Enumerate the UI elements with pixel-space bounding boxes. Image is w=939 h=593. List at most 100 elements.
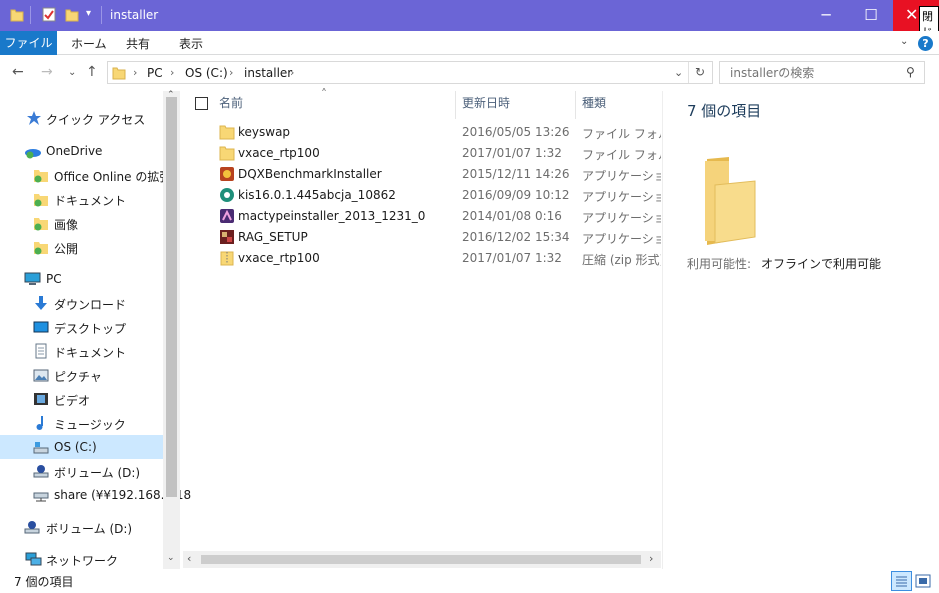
nav-documents[interactable]: ドキュメント [0,339,163,363]
file-date: 2017/01/07 1:32 [462,146,562,160]
file-type: アプリケーション [582,169,661,183]
expand-ribbon-icon[interactable]: ⌄ [900,36,908,47]
file-list: ˄ 名前 更新日時 種類 keyswap 2016/05/05 13:26 ファ… [183,87,661,569]
nav-onedrive-documents[interactable]: ドキュメント [0,187,163,211]
address-dropdown-icon[interactable]: ⌄ [674,66,683,79]
large-icons-view-button[interactable] [914,572,932,593]
file-row[interactable]: kis16.0.1.445abcja_10862 2016/09/09 10:1… [209,185,661,206]
breadcrumb-installer[interactable]: installer [244,66,292,80]
file-date: 2016/12/02 15:34 [462,230,570,244]
column-header-name[interactable]: 名前 [219,94,243,120]
scroll-right-icon[interactable]: › [649,552,653,565]
breadcrumb-os-c[interactable]: OS (C:) [185,66,228,80]
mactype-app-icon [219,208,235,224]
nav-onedrive[interactable]: OneDrive [0,139,163,163]
file-row[interactable]: mactypeinstaller_2013_1231_0 2014/01/08 … [209,206,661,227]
nav-volume-d[interactable]: ボリューム (D:) [0,459,163,483]
refresh-icon[interactable]: ↻ [695,65,705,79]
divider [101,6,102,24]
nav-office-online[interactable]: Office Online の拡張 [0,163,171,187]
scroll-down-icon[interactable]: ⌄ [167,553,175,563]
breadcrumb-separator[interactable]: › [229,66,233,79]
drive-icon [33,463,49,479]
download-icon [33,295,49,311]
tab-share[interactable]: 共有 [126,35,150,52]
nav-pictures[interactable]: ピクチャ [0,363,163,387]
file-type: 圧縮 (zip 形式) [582,253,661,267]
drive-icon [33,439,49,455]
computer-icon [24,271,41,287]
breadcrumb-separator[interactable]: › [290,66,294,79]
close-button[interactable]: ✕ 閉じ [893,0,939,42]
window-title: installer [110,8,159,22]
scroll-left-icon[interactable]: ‹ [187,552,191,565]
file-row[interactable]: RAG_SETUP 2016/12/02 15:34 アプリケーション [209,227,661,248]
nav-volume-d-root[interactable]: ボリューム (D:) [0,515,163,539]
nav-downloads[interactable]: ダウンロード [0,291,163,315]
file-date: 2014/01/08 0:16 [462,209,562,223]
availability-value: オフラインで利用可能 [761,257,882,271]
tab-home[interactable]: ホーム [71,35,107,52]
breadcrumb-separator[interactable]: › [133,66,137,79]
file-row[interactable]: vxace_rtp100 2017/01/07 1:32 圧縮 (zip 形式) [209,248,661,269]
breadcrumb-separator[interactable]: › [170,66,174,79]
folder-icon[interactable] [10,7,24,22]
nav-quick-access[interactable]: クイック アクセス [0,106,163,130]
video-icon [33,391,49,407]
tab-file[interactable]: ファイル [0,31,57,55]
file-type: アプリケーション [582,232,661,246]
minimize-button[interactable]: ─ [803,0,849,31]
file-name: keyswap [238,125,291,139]
search-box[interactable]: ⚲ [719,61,925,84]
status-item-count: 7 個の項目 [14,575,74,589]
tab-view[interactable]: 表示 [179,35,203,52]
nav-desktop[interactable]: デスクトップ [0,315,163,339]
column-divider[interactable] [575,91,576,119]
select-all-checkbox[interactable] [195,97,208,110]
back-icon[interactable]: ← [12,64,24,80]
horizontal-scrollbar-thumb[interactable] [201,555,641,564]
forward-icon[interactable]: → [41,64,53,80]
column-header-date[interactable]: 更新日時 [462,94,510,120]
availability-label: 利用可能性: [687,257,752,271]
new-folder-icon[interactable] [65,7,79,22]
folder-sync-icon [33,191,49,207]
address-bar[interactable]: › PC › OS (C:) › installer › ⌄ ↻ [107,61,713,84]
nav-videos[interactable]: ビデオ [0,387,163,411]
nav-music[interactable]: ミュージック [0,411,163,435]
up-icon[interactable]: ↑ [86,64,98,80]
breadcrumb-pc[interactable]: PC [147,66,163,80]
maximize-button[interactable]: ☐ [848,0,894,31]
customize-toolbar-icon[interactable]: ▾ [86,8,91,19]
details-view-button[interactable] [891,571,912,591]
nav-pc[interactable]: PC [0,267,163,291]
file-date: 2016/05/05 13:26 [462,125,570,139]
file-row[interactable]: DQXBenchmarkInstaller 2015/12/11 14:26 ア… [209,164,661,185]
network-icon [24,551,42,567]
help-button[interactable]: ? [918,36,933,51]
properties-icon[interactable] [42,7,56,22]
folder-icon [112,65,126,83]
navigation-pane: クイック アクセス OneDrive Office Online の拡張 ドキュ… [0,91,191,571]
recent-locations-icon[interactable]: ⌄ [68,67,76,78]
file-type: ファイル フォルダー [582,127,661,141]
nav-scrollbar-thumb[interactable] [166,97,177,497]
search-input[interactable] [730,65,900,81]
column-header-type[interactable]: 種類 [582,94,606,120]
zip-icon [219,250,235,266]
divider [30,6,31,24]
file-row[interactable]: keyswap 2016/05/05 13:26 ファイル フォルダー [209,122,661,143]
ribbon-tabs: ホーム 共有 表示 [0,31,939,55]
nav-onedrive-public[interactable]: 公開 [0,235,163,259]
title-bar: ▾ installer ─ ☐ ✕ 閉じ [0,0,939,42]
details-view-icon [896,576,907,587]
nav-network[interactable]: ネットワーク [0,547,163,571]
nav-onedrive-images[interactable]: 画像 [0,211,163,235]
column-divider[interactable] [455,91,456,119]
file-row[interactable]: vxace_rtp100 2017/01/07 1:32 ファイル フォルダー [209,143,661,164]
search-icon[interactable]: ⚲ [906,65,915,79]
file-type: アプリケーション [582,190,661,204]
kaspersky-app-icon [219,187,235,203]
nav-network-share[interactable]: share (¥¥192.168.1.18 [0,483,191,507]
nav-os-c[interactable]: OS (C:) [0,435,163,459]
